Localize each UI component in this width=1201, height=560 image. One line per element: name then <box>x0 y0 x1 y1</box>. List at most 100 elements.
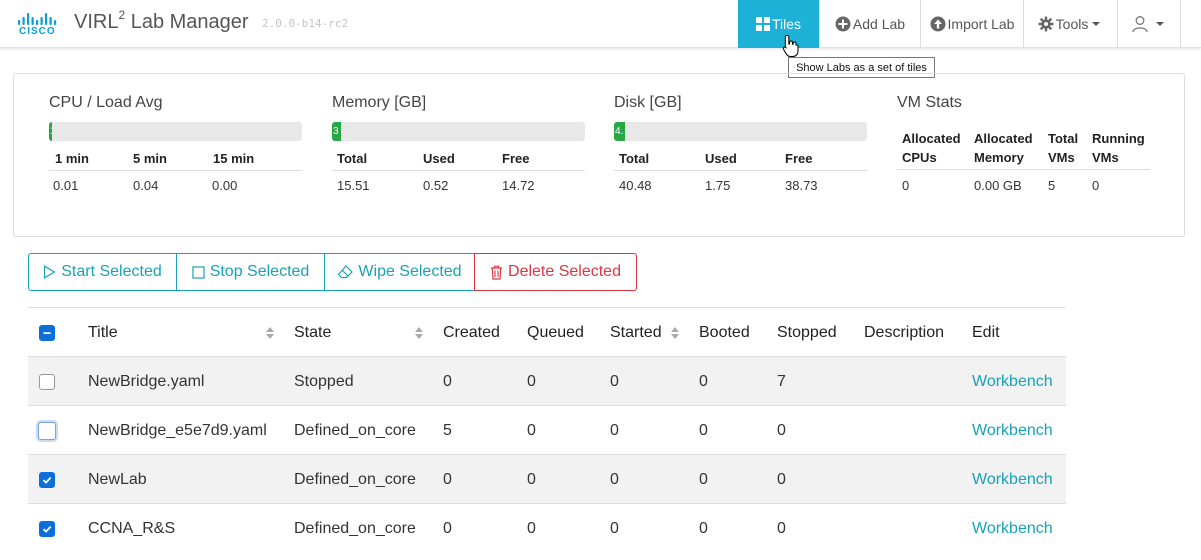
column-header-booted: Booted <box>699 323 750 341</box>
disk-col-used: Used <box>705 151 737 166</box>
column-header-created: Created <box>443 323 500 341</box>
stop-selected-button[interactable]: Stop Selected <box>176 253 325 291</box>
sort-icon[interactable] <box>265 325 275 341</box>
delete-selected-button[interactable]: Delete Selected <box>474 253 637 291</box>
nav-tiles-button[interactable]: Tiles <box>738 0 819 48</box>
labs-table: Title State Created Queued Started Boote… <box>28 307 1066 552</box>
lab-queued: 0 <box>527 470 536 488</box>
row-checkbox-cell <box>39 504 55 553</box>
lab-state: Defined_on_core <box>294 470 416 488</box>
cpu-val-5min: 0.04 <box>133 178 159 193</box>
caret-down-icon <box>1092 22 1101 26</box>
disk-col-free: Free <box>785 151 813 166</box>
nav-tools-dropdown[interactable]: Tools <box>1023 0 1117 48</box>
nav-user-dropdown[interactable] <box>1117 0 1181 48</box>
checkmark-icon <box>42 476 52 484</box>
lab-queued: 0 <box>527 372 536 390</box>
upload-circle-icon <box>930 16 946 32</box>
cpu-stats: CPU / Load Avg 1 1 min 5 min 15 min 0.01… <box>49 94 302 193</box>
table-header-row: Title State Created Queued Started Boote… <box>28 307 1066 356</box>
lab-created: 0 <box>443 470 452 488</box>
lab-queued: 0 <box>527 519 536 537</box>
select-all-checkbox[interactable] <box>39 324 55 341</box>
cpu-val-1min: 0.01 <box>53 178 79 193</box>
column-header-title[interactable]: Title <box>88 308 118 357</box>
lab-state: Stopped <box>294 372 354 390</box>
eraser-icon <box>338 265 354 279</box>
gear-icon <box>1038 16 1054 32</box>
delete-selected-label: Delete Selected <box>508 263 621 280</box>
lab-state: Defined_on_core <box>294 519 416 537</box>
sort-icon[interactable] <box>414 325 424 341</box>
nav-import-lab-button[interactable]: Import Lab <box>920 0 1023 48</box>
user-icon <box>1132 16 1148 33</box>
column-header-state[interactable]: State <box>294 308 331 357</box>
nav-add-lab-button[interactable]: Add Lab <box>819 0 920 48</box>
nav-tools-label: Tools <box>1055 16 1089 32</box>
lab-stopped: 0 <box>777 470 786 488</box>
lab-title: NewBridge.yaml <box>88 372 205 390</box>
disk-values: 40.48 1.75 38.73 <box>614 174 867 198</box>
memory-columns: Total Used Free <box>332 147 585 171</box>
vm-columns: Allocated CPUs Allocated Memory Total VMs R… <box>897 125 1150 170</box>
app-title-sup: 2 <box>118 8 126 22</box>
vm-val-allocated-memory: 0.00 GB <box>974 178 1022 193</box>
start-selected-button[interactable]: Start Selected <box>28 253 177 291</box>
lab-created: 5 <box>443 421 452 439</box>
memory-val-free: 14.72 <box>502 178 535 193</box>
row-checkbox[interactable] <box>39 520 55 537</box>
row-checkbox[interactable] <box>38 421 56 440</box>
column-header-description: Description <box>864 323 945 341</box>
lab-booted: 0 <box>699 421 708 439</box>
cisco-logo[interactable]: CISCO <box>18 9 62 39</box>
lab-booted: 0 <box>699 372 708 390</box>
column-header-queued: Queued <box>527 323 584 341</box>
tiles-icon <box>755 17 770 31</box>
memory-values: 15.51 0.52 14.72 <box>332 174 585 198</box>
cpu-col-1min: 1 min <box>55 151 89 166</box>
memory-title: Memory [GB] <box>332 94 427 111</box>
top-navbar: CISCO VIRL2 Lab Manager 2.0.0-b14-rc2 Ti… <box>0 0 1201 48</box>
lab-state: Defined_on_core <box>294 421 416 439</box>
row-checkbox[interactable] <box>39 471 55 488</box>
system-stats-panel: CPU / Load Avg 1 1 min 5 min 15 min 0.01… <box>13 73 1185 237</box>
vm-col-running-vms: Running VMs <box>1092 131 1145 165</box>
lab-booted: 0 <box>699 519 708 537</box>
workbench-link[interactable]: Workbench <box>972 455 1053 504</box>
table-row: NewLab Defined_on_core 0 0 0 0 0 Workben… <box>28 454 1066 503</box>
start-selected-label: Start Selected <box>61 263 162 280</box>
workbench-link[interactable]: Workbench <box>972 406 1053 455</box>
plus-circle-icon <box>835 16 851 32</box>
memory-col-used: Used <box>423 151 455 166</box>
cpu-val-15min: 0.00 <box>212 178 238 193</box>
workbench-link[interactable]: Workbench <box>972 504 1053 553</box>
lab-started: 0 <box>610 372 619 390</box>
minus-icon <box>43 331 51 334</box>
lab-created: 0 <box>443 519 452 537</box>
app-title-rest: Lab Manager <box>125 11 249 33</box>
memory-col-total: Total <box>337 151 368 166</box>
lab-stopped: 0 <box>777 519 786 537</box>
row-checkbox[interactable] <box>39 373 55 390</box>
sort-icon[interactable] <box>670 325 680 341</box>
column-header-edit: Edit <box>972 323 1000 341</box>
vm-title: VM Stats <box>897 94 962 111</box>
nav-import-lab-label: Import Lab <box>947 16 1015 32</box>
cpu-columns: 1 min 5 min 15 min <box>49 147 302 171</box>
bulk-actions: Start Selected Stop Selected Wipe Select… <box>28 253 637 291</box>
wipe-selected-button[interactable]: Wipe Selected <box>324 253 475 291</box>
table-row: NewBridge.yaml Stopped 0 0 0 0 7 Workben… <box>28 356 1066 405</box>
disk-val-free: 38.73 <box>785 178 818 193</box>
app-title: VIRL2 Lab Manager <box>74 8 249 34</box>
workbench-link[interactable]: Workbench <box>972 357 1053 406</box>
version-label: 2.0.0-b14-rc2 <box>262 17 349 30</box>
vm-col-allocated-cpus: Allocated CPUs <box>902 131 961 165</box>
lab-booted: 0 <box>699 470 708 488</box>
cpu-progress-bar: 1 <box>49 122 302 141</box>
disk-title: Disk [GB] <box>614 94 682 111</box>
column-header-started[interactable]: Started <box>610 308 662 357</box>
nav-tiles-label: Tiles <box>771 16 802 32</box>
cisco-wordmark: CISCO <box>19 26 56 37</box>
disk-col-total: Total <box>619 151 650 166</box>
play-icon <box>44 265 56 279</box>
